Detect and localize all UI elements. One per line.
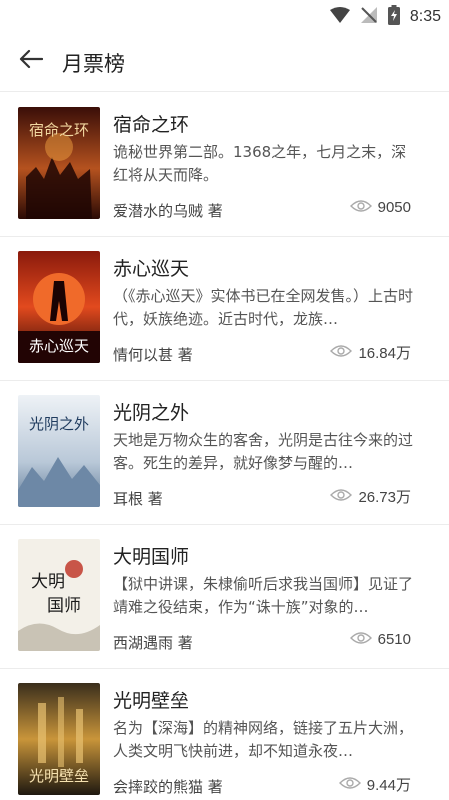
view-count-group: 9050	[349, 198, 411, 217]
cover-title-text-bottom: 国师	[47, 596, 81, 616]
book-title[interactable]: 大明国师	[113, 542, 189, 569]
book-item[interactable]: 光明壁垒 光明壁垒 名为【深海】的精神网络，链接了五片大洲，人类文明飞快前进，却…	[0, 669, 449, 800]
book-author: 爱潜水的乌贼 著	[113, 202, 223, 220]
page-title: 月票榜	[62, 52, 125, 76]
cover-title-text: 宿命之环	[29, 121, 89, 139]
book-title[interactable]: 赤心巡天	[113, 254, 189, 281]
view-count-group: 9.44万	[338, 774, 411, 795]
book-author: 西湖遇雨 著	[113, 634, 193, 652]
book-description: 诡秘世界第二部。1368之年，七月之末，深红将从天而降。	[113, 143, 407, 184]
cover-title-text: 光阴之外	[29, 415, 89, 433]
book-description: 天地是万物众生的客舍，光阴是古往今来的过客。死生的差异，就好像梦与醒的…	[113, 431, 413, 472]
book-item[interactable]: 大明 国师 大明国师 【狱中讲课，朱棣偷听后求我当国师】见证了靖难之役结束，作为…	[0, 525, 449, 669]
book-item[interactable]: 赤心巡天 赤心巡天 （《赤心巡天》实体书已在全网发售。）上古时代，妖族绝迹。近古…	[0, 237, 449, 381]
eye-icon	[338, 775, 361, 794]
view-count-group: 16.84万	[330, 342, 411, 363]
view-count: 26.73万	[358, 489, 411, 506]
status-icons: 8:35	[329, 5, 441, 29]
cover-title-text: 赤心巡天	[29, 337, 89, 355]
eye-icon	[349, 198, 372, 217]
eye-icon	[330, 343, 353, 362]
book-author: 会摔跤的熊猫 著	[113, 778, 223, 796]
book-list: 宿命之环 宿命之环 诡秘世界第二部。1368之年，七月之末，深红将从天而降。 爱…	[0, 93, 449, 800]
eye-icon	[330, 487, 353, 506]
book-description: （《赤心巡天》实体书已在全网发售。）上古时代，妖族绝迹。近古时代，龙族…	[113, 287, 413, 328]
view-count-group: 26.73万	[330, 486, 411, 507]
cover-title-text-top: 大明	[31, 572, 65, 592]
book-author: 情何以甚 著	[113, 346, 193, 364]
view-count: 9.44万	[366, 777, 411, 794]
book-description: 名为【深海】的精神网络，链接了五片大洲，人类文明飞快前进，却不知道永夜…	[113, 719, 413, 760]
no-signal-icon	[360, 6, 378, 28]
book-item[interactable]: 宿命之环 宿命之环 诡秘世界第二部。1368之年，七月之末，深红将从天而降。 爱…	[0, 93, 449, 237]
app-header: 月票榜	[0, 30, 449, 92]
battery-charging-icon	[387, 5, 400, 29]
eye-icon	[349, 630, 372, 649]
book-item[interactable]: 光阴之外 光阴之外 天地是万物众生的客舍，光阴是古往今来的过客。死生的差异，就好…	[0, 381, 449, 525]
book-author: 耳根 著	[113, 490, 163, 508]
status-bar: 8:35	[0, 0, 449, 30]
book-description: 【狱中讲课，朱棣偷听后求我当国师】见证了靖难之役结束，作为“诛十族”对象的…	[113, 575, 413, 616]
book-cover: 宿命之环	[18, 107, 100, 219]
book-title[interactable]: 光阴之外	[113, 398, 189, 425]
view-count: 9050	[377, 199, 411, 216]
book-title[interactable]: 光明壁垒	[113, 686, 189, 713]
book-cover: 光明壁垒	[18, 683, 100, 795]
book-cover: 赤心巡天	[18, 251, 100, 363]
view-count-group: 6510	[349, 630, 411, 649]
view-count: 16.84万	[358, 345, 411, 362]
view-count: 6510	[377, 631, 411, 648]
book-cover: 大明 国师	[18, 539, 100, 651]
wifi-icon	[329, 7, 350, 27]
book-title[interactable]: 宿命之环	[113, 110, 189, 137]
arrow-left-icon	[19, 49, 44, 73]
status-time: 8:35	[409, 8, 441, 25]
back-button[interactable]	[16, 47, 46, 75]
cover-title-text: 光明壁垒	[29, 767, 89, 785]
book-cover: 光阴之外	[18, 395, 100, 507]
